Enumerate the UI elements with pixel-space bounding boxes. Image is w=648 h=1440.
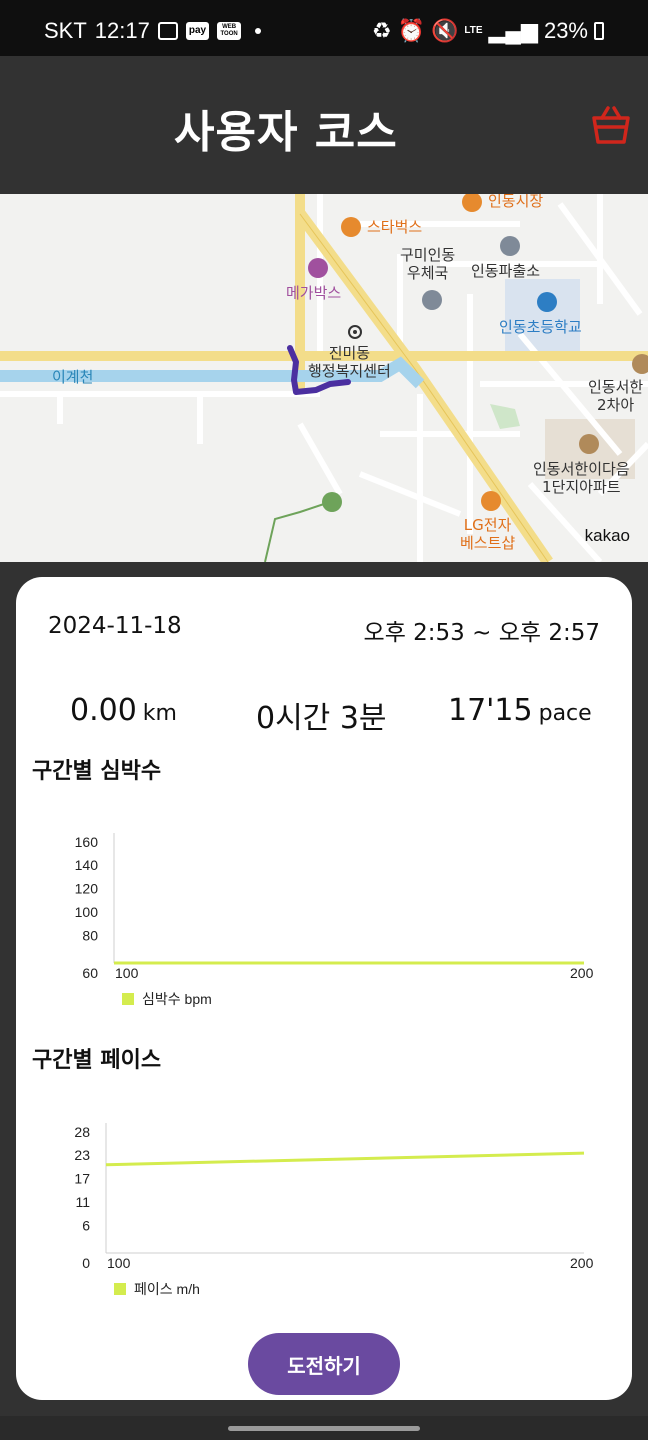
pace-value: 17'15 (448, 693, 533, 728)
legend-label: 심박수 bpm (142, 991, 212, 1007)
pace-unit: pace (538, 701, 592, 726)
map-label-police[interactable]: 인동파출소 (471, 262, 540, 280)
session-date: 2024-11-18 (48, 613, 182, 639)
map-attribution: kakao (584, 526, 630, 545)
heart-rate-section-title: 구간별 심박수 (32, 759, 162, 784)
map-label-starbucks[interactable]: 스타벅스 (367, 218, 422, 236)
map-label-lg[interactable]: LG전자 베스트샵 (460, 516, 515, 552)
pay-icon: pay (185, 22, 210, 40)
signal-icon: ▂▄▆ (488, 18, 538, 43)
pace-stat: 17'15 pace (448, 693, 592, 728)
challenge-button[interactable]: 도전하기 (248, 1333, 400, 1395)
distance-stat: 0.00 km (70, 693, 177, 728)
y-tick-label: 140 (75, 857, 99, 873)
legend-label: 페이스 m/h (134, 1281, 200, 1297)
legend-swatch (122, 993, 134, 1005)
clock: 12:17 (94, 18, 150, 43)
duration-value: 0시간 3분 (256, 701, 387, 736)
course-map[interactable]: 스타벅스 인동시장 구미인동 우체국 인동파출소 메가박스 인동초등학교 진미동… (0, 194, 648, 562)
webtoon-icon: WEB TOON (217, 22, 242, 40)
carrier-label: SKT (44, 18, 87, 43)
y-tick-label: 120 (75, 881, 99, 897)
distance-value: 0.00 (70, 693, 137, 728)
heart-rate-chart: 60 80 100 120 140 160 100 200 (75, 833, 594, 981)
y-tick-label: 11 (75, 1194, 90, 1210)
y-tick-label: 80 (82, 928, 98, 944)
distance-unit: km (142, 701, 177, 726)
x-tick-label: 100 (115, 965, 139, 981)
x-tick-label: 200 (570, 1255, 594, 1271)
basket-icon[interactable] (590, 106, 632, 146)
course-detail-card: 2024-11-18 오후 2:53 ~ 오후 2:57 0.00 km 0시간 … (16, 577, 632, 1400)
map-label-stream: 이계천 (52, 368, 94, 386)
status-bar: SKT 12:17 pay WEB TOON ♻ ⏰ 🔇 LTE ▂▄▆ 23% (0, 0, 648, 56)
y-tick-label: 17 (74, 1171, 90, 1187)
mute-icon: 🔇 (430, 18, 459, 43)
series-line (105, 1151, 585, 1167)
map-label-community-center[interactable]: 진미동 행정복지센터 (308, 344, 391, 380)
alarm-icon: ⏰ (397, 18, 425, 43)
battery-icon (594, 22, 604, 40)
pace-legend: 페이스 m/h (114, 1279, 200, 1299)
y-tick-label: 6 (82, 1218, 90, 1234)
map-label-megabox[interactable]: 메가박스 (286, 284, 341, 302)
network-type: LTE (464, 25, 483, 36)
map-label-apt1[interactable]: 인동서한이다음 1단지아파트 (533, 460, 630, 496)
battery-percent: 23% (543, 18, 588, 43)
heart-rate-legend: 심박수 bpm (122, 989, 212, 1009)
legend-swatch (114, 1283, 126, 1295)
y-tick-label: 28 (74, 1124, 90, 1140)
status-left: SKT 12:17 pay WEB TOON (44, 18, 262, 44)
x-tick-label: 200 (570, 965, 594, 981)
y-tick-label: 0 (82, 1255, 90, 1271)
y-tick-label: 23 (74, 1147, 90, 1163)
map-label-apt2[interactable]: 인동서한 2차아 (588, 378, 643, 414)
app-header: 사용자 코스 (0, 56, 648, 194)
y-tick-label: 100 (75, 904, 99, 920)
home-indicator[interactable] (228, 1426, 420, 1431)
pace-chart: 0 6 11 17 23 28 100 200 (74, 1123, 594, 1271)
page-title: 사용자 코스 (174, 107, 398, 158)
status-right: ♻ ⏰ 🔇 LTE ▂▄▆ 23% (372, 18, 604, 44)
session-time-range: 오후 2:53 ~ 오후 2:57 (363, 620, 600, 646)
x-tick-label: 100 (107, 1255, 131, 1271)
map-label-post-office[interactable]: 구미인동 우체국 (400, 246, 455, 282)
y-tick-label: 160 (75, 834, 99, 850)
map-label-school[interactable]: 인동초등학교 (499, 318, 582, 336)
gallery-icon (157, 22, 178, 40)
y-tick-label: 60 (82, 965, 98, 981)
recycle-icon: ♻ (371, 18, 392, 43)
map-label-market[interactable]: 인동시장 (488, 194, 543, 210)
duration-stat: 0시간 3분 (256, 693, 387, 737)
notification-dot-icon (255, 28, 262, 34)
pace-section-title: 구간별 페이스 (32, 1048, 162, 1073)
system-nav-bar (0, 1416, 648, 1440)
